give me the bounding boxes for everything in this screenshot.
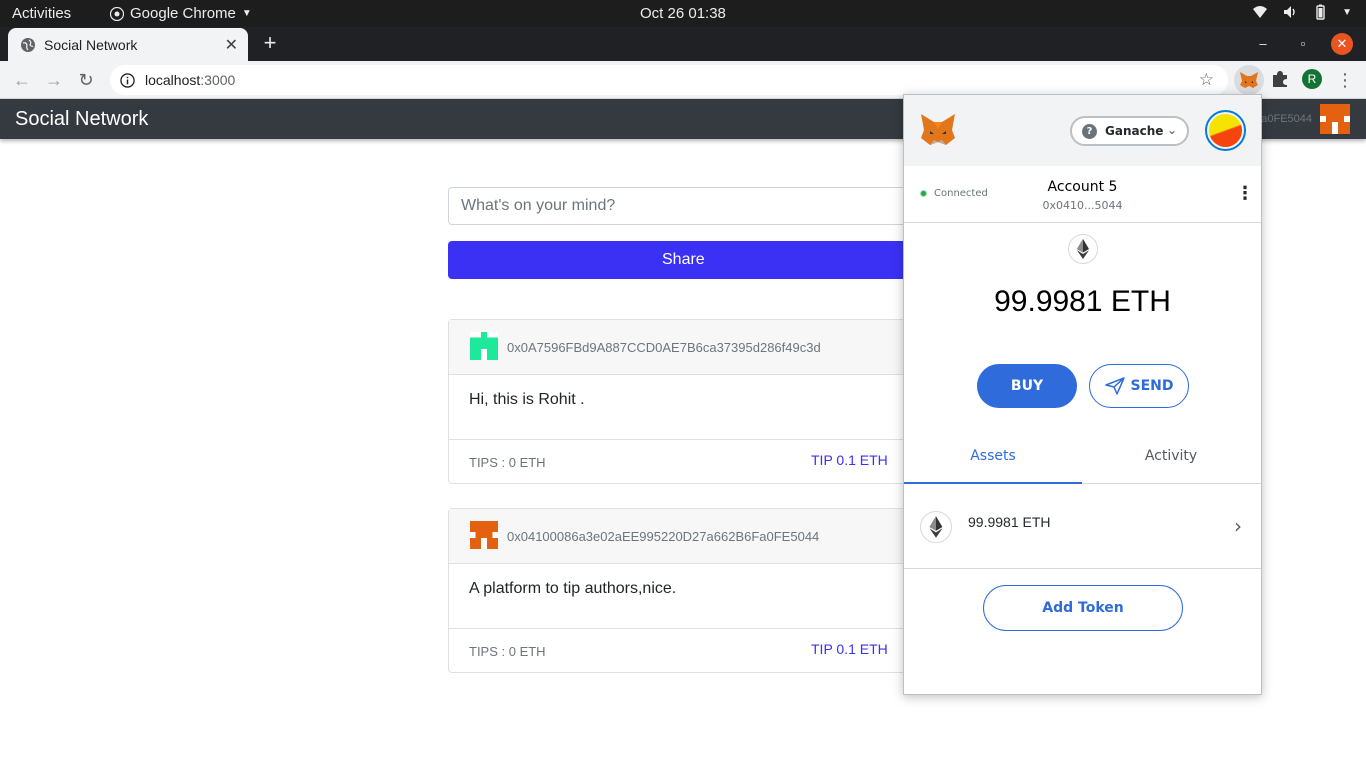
app-menu-label: Google Chrome [130, 5, 236, 22]
send-arrow-icon [1104, 377, 1125, 395]
share-button[interactable]: Share [448, 241, 918, 279]
info-icon[interactable] [120, 72, 135, 88]
bookmark-star-icon[interactable]: ☆ [1199, 70, 1214, 90]
tab-assets[interactable]: Assets [904, 435, 1082, 484]
network-selector[interactable]: ? Ganache ⌄ [1070, 116, 1189, 146]
account-bar: Connected Account 5 0x0410...5044 ⋮ [904, 166, 1261, 223]
new-tab-button[interactable]: + [258, 32, 282, 56]
send-button[interactable]: SEND [1089, 364, 1189, 408]
post-header: 0x0A7596FBd9A887CCD0AE7B6ca37395d286f49c… [449, 320, 917, 375]
user-identicon-icon [1320, 104, 1350, 134]
minimize-button[interactable]: – [1251, 32, 1275, 56]
tab-social-network[interactable]: Social Network ✕ [8, 28, 248, 61]
ethereum-icon [920, 511, 952, 543]
chevron-right-icon: › [1234, 514, 1242, 538]
wifi-icon [1253, 6, 1268, 18]
post-author-address: 0x04100086a3e02aEE995220D27a662B6Fa0FE50… [507, 529, 820, 544]
tip-button[interactable]: TIP 0.1 ETH [811, 452, 888, 468]
address-bar[interactable]: localhost:3000 ☆ [110, 65, 1228, 95]
post-card: 0x0A7596FBd9A887CCD0AE7B6ca37395d286f49c… [448, 319, 918, 484]
url-port: :3000 [200, 72, 236, 88]
metamask-fox-icon[interactable] [920, 113, 956, 147]
nav-account-address: Fa0FE5044 [1254, 113, 1312, 125]
metamask-header: ? Ganache ⌄ [904, 95, 1261, 166]
author-identicon-icon [470, 332, 498, 360]
account-address[interactable]: 0x0410...5044 [904, 199, 1261, 212]
window-close-button[interactable]: ✕ [1331, 33, 1353, 55]
tab-activity[interactable]: Activity [1082, 435, 1260, 484]
post-content: A platform to tip authors,nice. [469, 580, 677, 597]
chevron-down-icon: ⌄ [1166, 123, 1177, 137]
app-menu[interactable]: Google Chrome ▼ [110, 5, 252, 22]
share-button-label: Share [662, 251, 705, 268]
account-avatar[interactable] [1205, 110, 1246, 151]
ethereum-diamond-icon [929, 516, 943, 538]
globe-icon [21, 37, 35, 52]
battery-icon [1316, 4, 1325, 20]
ethereum-icon [1068, 234, 1098, 264]
tab-title: Social Network [44, 36, 138, 53]
clock[interactable]: Oct 26 01:38 [640, 5, 726, 22]
url-host: localhost [145, 72, 201, 88]
post-tips-amount: TIPS : 0 ETH [469, 644, 546, 659]
forward-button[interactable]: → [42, 68, 66, 92]
account-options-icon[interactable]: ⋮ [1236, 184, 1254, 206]
browser-tab-strip: Social Network ✕ + – ▫ ✕ [0, 27, 1366, 61]
post-card: 0x04100086a3e02aEE995220D27a662B6Fa0FE50… [448, 508, 918, 673]
metamask-tabs: Assets Activity [904, 435, 1261, 484]
metamask-fox-icon [1240, 72, 1258, 88]
system-tray[interactable]: ▼ [1252, 4, 1352, 20]
post-body: A platform to tip authors,nice. [449, 564, 917, 629]
back-button[interactable]: ← [10, 68, 34, 92]
post-body: Hi, this is Rohit . [449, 375, 917, 440]
volume-icon [1284, 6, 1295, 18]
caret-down-icon: ▼ [241, 8, 252, 19]
metamask-popup: ? Ganache ⌄ Connected Account 5 0x0410..… [903, 94, 1262, 695]
system-top-bar: Activities Google Chrome ▼ Oct 26 01:38 … [0, 0, 1366, 27]
account-avatar-jazzicon [1209, 114, 1242, 147]
post-content: Hi, this is Rohit . [469, 391, 585, 408]
metamask-extension-button[interactable] [1234, 65, 1264, 95]
buy-button[interactable]: BUY [977, 364, 1077, 408]
extensions-puzzle-icon[interactable] [1270, 69, 1290, 89]
profile-avatar[interactable]: R [1302, 69, 1322, 89]
post-footer: TIPS : 0 ETH TIP 0.1 ETH [449, 440, 917, 483]
asset-balance: 99.9981 ETH [968, 514, 1051, 530]
brand-title[interactable]: Social Network [15, 108, 148, 131]
post-author-address: 0x0A7596FBd9A887CCD0AE7B6ca37395d286f49c… [507, 340, 821, 355]
caret-down-icon: ▼ [1342, 6, 1352, 18]
chrome-menu-icon[interactable]: ⋮ [1336, 68, 1354, 92]
question-icon: ? [1082, 123, 1097, 139]
asset-row-eth[interactable]: 99.9981 ETH › [904, 484, 1261, 569]
post-footer: TIPS : 0 ETH TIP 0.1 ETH [449, 629, 917, 672]
author-identicon-icon [470, 521, 498, 549]
chrome-icon [110, 6, 124, 21]
send-button-label: SEND [1130, 378, 1174, 394]
reload-button[interactable]: ↻ [74, 68, 98, 92]
post-header: 0x04100086a3e02aEE995220D27a662B6Fa0FE50… [449, 509, 917, 564]
account-name[interactable]: Account 5 [904, 179, 1261, 195]
tip-button[interactable]: TIP 0.1 ETH [811, 641, 888, 657]
post-tips-amount: TIPS : 0 ETH [469, 455, 546, 470]
add-token-button[interactable]: Add Token [983, 585, 1183, 631]
eth-balance: 99.9981 ETH [994, 285, 1171, 318]
post-input[interactable] [448, 187, 918, 225]
maximize-button[interactable]: ▫ [1291, 32, 1315, 56]
ethereum-diamond-icon [1077, 239, 1089, 259]
tab-close-icon[interactable]: ✕ [225, 35, 238, 55]
activities-button[interactable]: Activities [12, 5, 71, 22]
network-name: Ganache [1105, 124, 1164, 138]
